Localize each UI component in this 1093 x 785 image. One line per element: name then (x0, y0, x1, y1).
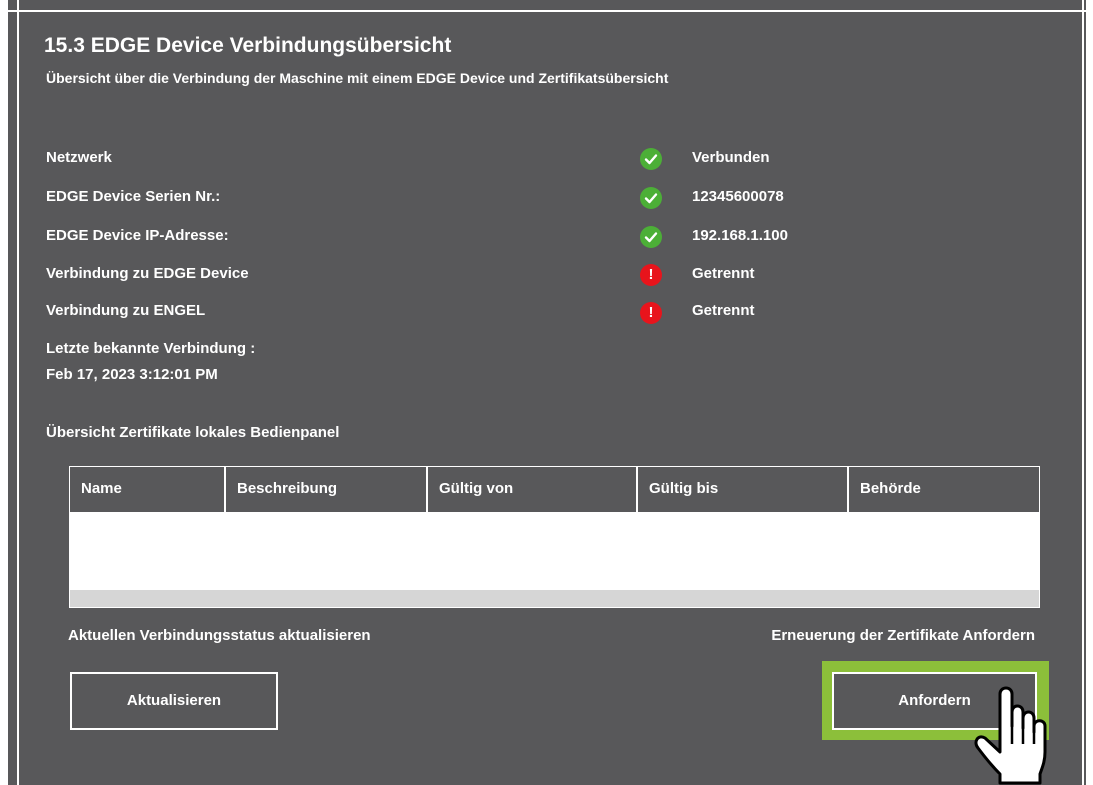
certificates-heading: Übersicht Zertifikate lokales Bedienpane… (46, 424, 340, 441)
column-header-valid-from[interactable]: Gültig von (428, 467, 638, 512)
status-label-network: Netzwerk (46, 149, 112, 166)
refresh-caption: Aktuellen Verbindungsstatus aktualisiere… (68, 627, 371, 644)
hand-pointer-icon (974, 686, 1047, 785)
column-header-description[interactable]: Beschreibung (226, 467, 428, 512)
error-icon: ! (640, 302, 662, 324)
status-label-serial: EDGE Device Serien Nr.: (46, 188, 221, 205)
error-icon: ! (640, 264, 662, 286)
request-caption: Erneuerung der Zertifikate Anfordern (771, 627, 1035, 644)
status-value-ip: 192.168.1.100 (692, 227, 788, 244)
status-value-edge-connection: Getrennt (692, 265, 755, 282)
last-connection-label: Letzte bekannte Verbindung : (46, 340, 256, 357)
column-header-name[interactable]: Name (70, 467, 226, 512)
table-body (70, 512, 1039, 590)
certificates-table: Name Beschreibung Gültig von Gültig bis … (69, 466, 1040, 608)
status-label-ip: EDGE Device IP-Adresse: (46, 227, 229, 244)
status-value-engel-connection: Getrennt (692, 302, 755, 319)
page-subtitle: Übersicht über die Verbindung der Maschi… (46, 70, 669, 86)
status-value-network: Verbunden (692, 149, 770, 166)
check-icon (640, 187, 662, 209)
status-value-serial: 12345600078 (692, 188, 784, 205)
status-label-engel-connection: Verbindung zu ENGEL (46, 302, 206, 319)
frame-border-left (17, 0, 19, 785)
horizontal-scrollbar[interactable] (70, 590, 1039, 607)
frame-border-top (8, 10, 1086, 12)
column-header-valid-to[interactable]: Gültig bis (638, 467, 849, 512)
table-header: Name Beschreibung Gültig von Gültig bis … (70, 467, 1039, 512)
page-title: 15.3 EDGE Device Verbindungsübersicht (44, 34, 452, 57)
check-icon (640, 226, 662, 248)
refresh-button[interactable]: Aktualisieren (70, 672, 278, 730)
last-connection-value: Feb 17, 2023 3:12:01 PM (46, 366, 218, 383)
column-header-authority[interactable]: Behörde (849, 467, 1039, 512)
check-icon (640, 148, 662, 170)
status-label-edge-connection: Verbindung zu EDGE Device (46, 265, 249, 282)
frame-border-right (1082, 0, 1084, 785)
